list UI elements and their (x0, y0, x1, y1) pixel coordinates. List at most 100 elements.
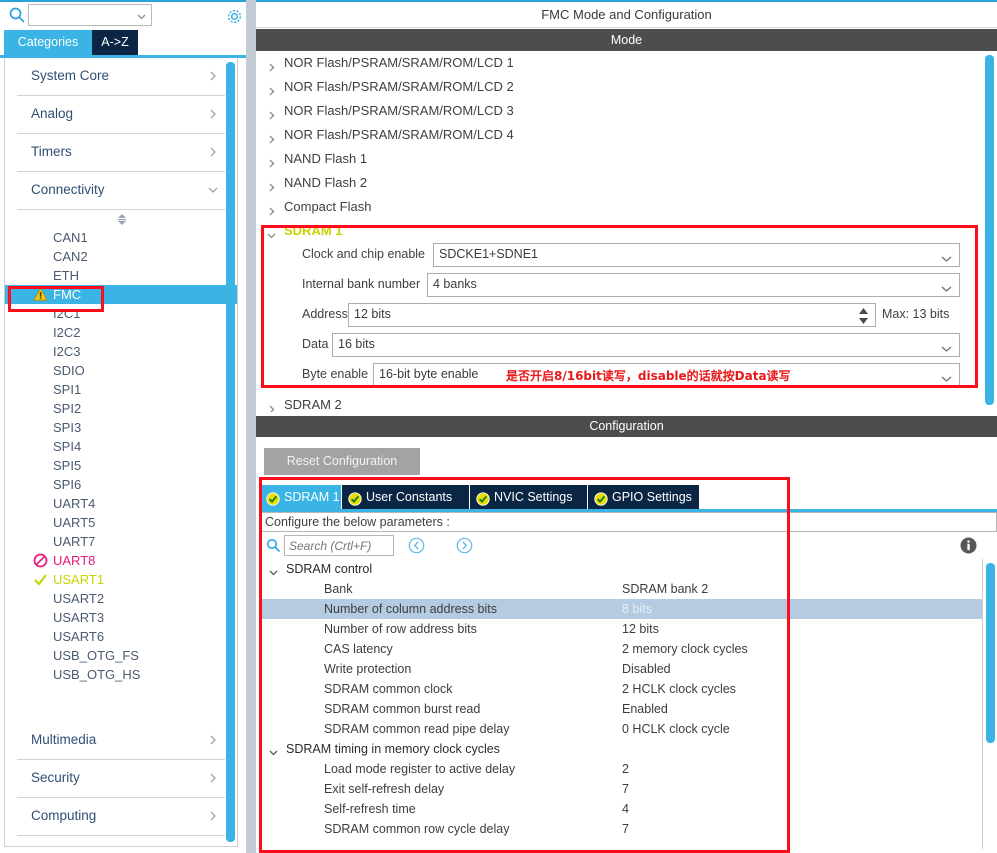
category-timers[interactable]: Timers (17, 134, 225, 172)
sidebar-item-spi4[interactable]: SPI4 (5, 437, 237, 456)
mode-row[interactable]: Compact Flash (256, 195, 997, 219)
parameter-value[interactable]: 7 (622, 819, 629, 839)
clock-chip-enable-select[interactable]: SDCKE1+SDNE1 (433, 243, 960, 267)
table-row[interactable]: Bank SDRAM bank 2 (260, 579, 982, 599)
sidebar-item-usart6[interactable]: USART6 (5, 627, 237, 646)
ip-list-scroll-arrows[interactable] (5, 210, 237, 228)
table-row[interactable]: Write protection Disabled (260, 659, 982, 679)
mode-sdram1-header[interactable]: SDRAM 1 (256, 219, 997, 243)
sidebar-item-i2c1[interactable]: I2C1 (5, 304, 237, 323)
mode-sdram2-header[interactable]: SDRAM 2 (256, 393, 997, 412)
field-value: 16 bits (338, 337, 375, 351)
spinner-arrows-icon[interactable] (858, 307, 869, 325)
parameter-value[interactable]: 2 memory clock cycles (622, 639, 748, 659)
ip-tree-scrollbar[interactable] (226, 62, 235, 842)
sidebar-item-can2[interactable]: CAN2 (5, 247, 237, 266)
sidebar-item-sdio[interactable]: SDIO (5, 361, 237, 380)
mode-row[interactable]: NOR Flash/PSRAM/SRAM/ROM/LCD 1 (256, 51, 997, 75)
mode-row[interactable]: NAND Flash 1 (256, 147, 997, 171)
internal-bank-number-select[interactable]: 4 banks (427, 273, 960, 297)
address-spinner[interactable]: 12 bits (348, 303, 876, 327)
chevron-down-icon (268, 564, 279, 576)
mode-collapsed-rows: NOR Flash/PSRAM/SRAM/ROM/LCD 1 NOR Flash/… (256, 51, 997, 219)
data-width-select[interactable]: 16 bits (332, 333, 960, 357)
mode-row-label: NAND Flash 1 (284, 151, 368, 166)
parameter-group-header[interactable]: SDRAM timing in memory clock cycles (260, 739, 982, 759)
sidebar-item-can1[interactable]: CAN1 (5, 228, 237, 247)
sidebar-item-spi3[interactable]: SPI3 (5, 418, 237, 437)
reset-configuration-button[interactable]: Reset Configuration (264, 448, 420, 475)
parameter-value[interactable]: Enabled (622, 699, 668, 719)
parameter-value[interactable]: 2 (622, 759, 629, 779)
gear-icon[interactable] (225, 7, 244, 26)
table-row[interactable]: Number of column address bits 8 bits (260, 599, 982, 619)
parameter-value[interactable]: Disabled (622, 659, 671, 679)
table-row[interactable]: CAS latency 2 memory clock cycles (260, 639, 982, 659)
sidebar-item-usart1[interactable]: USART1 (5, 570, 237, 589)
mode-row[interactable]: NOR Flash/PSRAM/SRAM/ROM/LCD 2 (256, 75, 997, 99)
category-system-core[interactable]: System Core (17, 58, 225, 96)
cubemx-window: Categories A->Z System Core Analog Timer… (0, 0, 997, 853)
chevron-left-circle-icon[interactable] (408, 537, 425, 554)
sidebar-item-eth[interactable]: ETH (5, 266, 237, 285)
category-security[interactable]: Security (17, 760, 225, 798)
table-row[interactable]: SDRAM common read pipe delay 0 HCLK clock… (260, 719, 982, 739)
sidebar-item-spi1[interactable]: SPI1 (5, 380, 237, 399)
table-row[interactable]: SDRAM common clock 2 HCLK clock cycles (260, 679, 982, 699)
parameter-group-label: SDRAM timing in memory clock cycles (286, 742, 500, 756)
check-circle-icon (476, 490, 490, 506)
parameter-search-input[interactable] (284, 535, 394, 556)
category-connectivity[interactable]: Connectivity (17, 172, 225, 210)
parameter-value[interactable]: 8 bits (622, 599, 652, 619)
sidebar-item-usb_otg_fs[interactable]: USB_OTG_FS (5, 646, 237, 665)
sidebar-item-spi2[interactable]: SPI2 (5, 399, 237, 418)
ip-search-input[interactable] (28, 4, 152, 26)
table-row[interactable]: Number of row address bits 12 bits (260, 619, 982, 639)
info-icon[interactable] (960, 537, 977, 554)
chevron-right-circle-icon[interactable] (456, 537, 473, 554)
mode-scrollbar[interactable] (985, 55, 994, 405)
sidebar-item-usart3[interactable]: USART3 (5, 608, 237, 627)
table-row[interactable]: Self-refresh time 4 (260, 799, 982, 819)
tab-a-to-z[interactable]: A->Z (92, 30, 138, 55)
table-row[interactable]: Exit self-refresh delay 7 (260, 779, 982, 799)
sidebar-item-uart7[interactable]: UART7 (5, 532, 237, 551)
parameter-group-header[interactable]: SDRAM control (260, 559, 982, 579)
category-multimedia[interactable]: Multimedia (17, 722, 225, 760)
panel-splitter[interactable] (246, 0, 256, 853)
sidebar-item-uart4[interactable]: UART4 (5, 494, 237, 513)
tab-user-constants[interactable]: User Constants (342, 485, 470, 509)
mode-row[interactable]: NOR Flash/PSRAM/SRAM/ROM/LCD 3 (256, 99, 997, 123)
sidebar-item-usart2[interactable]: USART2 (5, 589, 237, 608)
sidebar-item-fmc[interactable]: FMC (5, 285, 237, 304)
parameter-value[interactable]: SDRAM bank 2 (622, 579, 708, 599)
mode-row[interactable]: NAND Flash 2 (256, 171, 997, 195)
category-analog[interactable]: Analog (17, 96, 225, 134)
sidebar-item-i2c2[interactable]: I2C2 (5, 323, 237, 342)
table-row[interactable]: SDRAM common burst read Enabled (260, 699, 982, 719)
sidebar-item-uart8[interactable]: UART8 (5, 551, 237, 570)
tab-gpio-settings[interactable]: GPIO Settings (588, 485, 700, 509)
parameter-value[interactable]: 4 (622, 799, 629, 819)
parameter-value[interactable]: 0 HCLK clock cycle (622, 719, 730, 739)
parameter-value[interactable]: 7 (622, 779, 629, 799)
table-row[interactable]: SDRAM common row cycle delay 7 (260, 819, 982, 839)
sidebar-item-i2c3[interactable]: I2C3 (5, 342, 237, 361)
tab-categories[interactable]: Categories (4, 30, 92, 55)
chevron-right-icon (207, 108, 219, 120)
category-computing[interactable]: Computing (17, 798, 225, 836)
parameter-name: Self-refresh time (324, 802, 416, 816)
parameter-value[interactable]: 2 HCLK clock cycles (622, 679, 736, 699)
parameter-value[interactable]: 12 bits (622, 619, 659, 639)
table-row[interactable]: Load mode register to active delay 2 (260, 759, 982, 779)
sidebar-item-spi6[interactable]: SPI6 (5, 475, 237, 494)
sidebar-item-usb_otg_hs[interactable]: USB_OTG_HS (5, 665, 237, 684)
chevron-right-icon (266, 129, 277, 144)
tab-sdram-1[interactable]: SDRAM 1 (260, 485, 342, 509)
tab-nvic-settings[interactable]: NVIC Settings (470, 485, 588, 509)
sidebar-item-spi5[interactable]: SPI5 (5, 456, 237, 475)
parameter-name: SDRAM common clock (324, 682, 453, 696)
mode-row[interactable]: NOR Flash/PSRAM/SRAM/ROM/LCD 4 (256, 123, 997, 147)
sidebar-item-uart5[interactable]: UART5 (5, 513, 237, 532)
parameter-table-scrollbar[interactable] (986, 563, 995, 743)
